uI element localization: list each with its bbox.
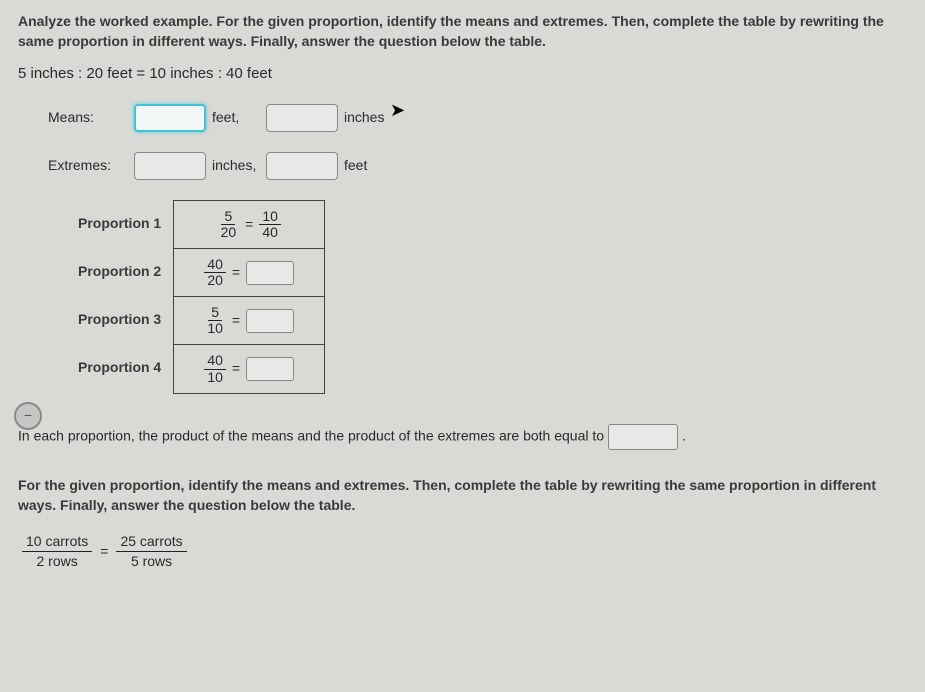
p3-lhs-den: 10 [204, 321, 226, 336]
extremes-value-1-input[interactable] [134, 152, 206, 180]
p2-lhs-num: 40 [204, 257, 226, 273]
p3-lhs-num: 5 [208, 305, 222, 321]
extremes-unit-1: inches, [212, 156, 260, 176]
p4-lhs-num: 40 [204, 353, 226, 369]
proportion-4-label: Proportion 4 [78, 344, 173, 392]
means-value-1-input[interactable] [134, 104, 206, 132]
proportion-2-value: 40 20 = [174, 249, 324, 297]
proportion-3-label: Proportion 3 [78, 296, 173, 344]
proportion-3-value: 5 10 = [174, 297, 324, 345]
p1-rhs-fraction: 10 40 [259, 209, 281, 241]
extremes-label: Extremes: [48, 156, 128, 176]
means-unit-1: feet, [212, 108, 260, 128]
equals-sign: = [232, 359, 240, 379]
ratio2-rhs: 25 carrots 5 rows [116, 533, 186, 570]
p1-rhs-num: 10 [259, 209, 281, 225]
means-value-2-input[interactable] [266, 104, 338, 132]
p1-rhs-den: 40 [259, 225, 281, 240]
p4-lhs-den: 10 [204, 370, 226, 385]
instruction-1: Analyze the worked example. For the give… [18, 12, 907, 51]
proportion-table: Proportion 1 Proportion 2 Proportion 3 P… [78, 200, 907, 394]
given-ratio: 5 inches : 20 feet = 10 inches : 40 feet [18, 63, 907, 84]
p4-lhs-fraction: 40 10 [204, 353, 226, 385]
equals-sign: = [232, 311, 240, 331]
sentence-prefix: In each proportion, the product of the m… [18, 428, 608, 444]
sentence-suffix: . [682, 428, 686, 444]
extremes-unit-2: feet [344, 156, 392, 176]
ratio2-l-den: 2 rows [33, 552, 82, 570]
proportion-2-answer-input[interactable] [246, 261, 294, 285]
equals-sign: = [232, 263, 240, 283]
proportion-2-label: Proportion 2 [78, 248, 173, 296]
product-sentence: In each proportion, the product of the m… [18, 424, 907, 450]
p1-lhs-num: 5 [221, 209, 235, 225]
ratio2-l-num: 10 carrots [22, 533, 92, 552]
p2-lhs-den: 20 [204, 273, 226, 288]
proportion-4-value: 40 10 = [174, 345, 324, 393]
instruction-2: For the given proportion, identify the m… [18, 476, 907, 515]
ratio2-r-den: 5 rows [127, 552, 176, 570]
given-ratio-2: 10 carrots 2 rows = 25 carrots 5 rows [22, 533, 907, 570]
ratio2-r-num: 25 carrots [116, 533, 186, 552]
extremes-value-2-input[interactable] [266, 152, 338, 180]
means-unit-2: inches [344, 108, 392, 128]
extremes-row: Extremes: inches, feet [48, 152, 907, 180]
means-label: Means: [48, 108, 128, 128]
proportion-4-answer-input[interactable] [246, 357, 294, 381]
p3-lhs-fraction: 5 10 [204, 305, 226, 337]
proportion-3-answer-input[interactable] [246, 309, 294, 333]
means-row: Means: feet, inches [48, 104, 907, 132]
equals-sign: = [245, 215, 253, 235]
proportion-1-value: 5 20 = 10 40 [174, 201, 324, 249]
product-answer-input[interactable] [608, 424, 678, 450]
p2-lhs-fraction: 40 20 [204, 257, 226, 289]
collapse-tab[interactable]: − [14, 402, 42, 430]
p1-lhs-fraction: 5 20 [218, 209, 240, 241]
p1-lhs-den: 20 [218, 225, 240, 240]
ratio2-lhs: 10 carrots 2 rows [22, 533, 92, 570]
equals-sign: = [100, 542, 108, 562]
proportion-1-label: Proportion 1 [78, 200, 173, 248]
minus-icon: − [24, 406, 32, 426]
